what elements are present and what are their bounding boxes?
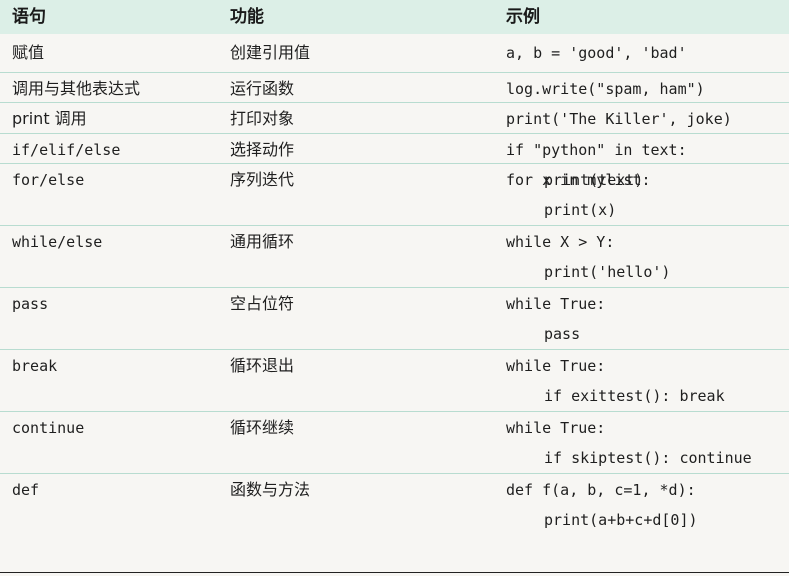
cell-statement: 调用与其他表达式 <box>12 79 141 98</box>
bottom-rule <box>0 572 789 573</box>
table-row: def 函数与方法 def f(a, b, c=1, *d): print(a+b+c… <box>0 473 789 536</box>
cell-statement: pass <box>12 295 49 313</box>
cell-example: while X > Y: <box>506 233 615 251</box>
table-row: 赋值 创建引用值 a, b = 'good', 'bad' <box>0 34 789 72</box>
cell-function: 选择动作 <box>230 140 295 159</box>
cell-example: while True: <box>506 357 606 375</box>
table-row: for/else 序列迭代 for x in mylist: print(x) <box>0 163 789 226</box>
cell-statement: continue <box>12 419 85 437</box>
cell-function: 运行函数 <box>230 79 295 98</box>
cell-statement: print 调用 <box>12 109 87 128</box>
cell-example-continuation: print('hello') <box>544 263 671 281</box>
cell-example: print('The Killer', joke) <box>506 110 732 128</box>
table-row: pass 空占位符 while True: pass <box>0 287 789 350</box>
table-header: 语句 功能 示例 <box>0 0 789 34</box>
cell-statement: while/else <box>12 233 103 251</box>
table-row: print 调用 打印对象 print('The Killer', joke) <box>0 102 789 134</box>
cell-example-continuation: if exittest(): break <box>544 387 725 405</box>
cell-function: 函数与方法 <box>230 480 311 499</box>
table-row: continue 循环继续 while True: if skiptest(): co… <box>0 411 789 474</box>
cell-example: if "python" in text: <box>506 141 687 159</box>
header-statement: 语句 <box>12 7 46 27</box>
cell-function: 通用循环 <box>230 232 295 251</box>
table-row: 调用与其他表达式 运行函数 log.write("spam, ham") <box>0 72 789 103</box>
cell-statement: if/elif/else <box>12 141 121 159</box>
cell-function: 打印对象 <box>230 109 295 128</box>
header-example: 示例 <box>506 7 540 27</box>
cell-statement: for/else <box>12 171 85 189</box>
table-row: break 循环退出 while True: if exittest(): break <box>0 349 789 412</box>
statements-table-page: 语句 功能 示例 赋值 创建引用值 a, b = 'good', 'bad' 调用与其… <box>0 0 789 576</box>
cell-function: 空占位符 <box>230 294 295 313</box>
cell-example: def f(a, b, c=1, *d): <box>506 481 696 499</box>
cell-example-continuation: if skiptest(): continue <box>544 449 752 467</box>
cell-function: 循环退出 <box>230 356 295 375</box>
cell-example: while True: <box>506 295 606 313</box>
cell-example: a, b = 'good', 'bad' <box>506 44 687 62</box>
cell-example: for x in mylist: <box>506 171 651 189</box>
table-row: if/elif/else 选择动作 if "python" in text: prin… <box>0 133 789 189</box>
cell-example-continuation: pass <box>544 325 581 343</box>
cell-function: 序列迭代 <box>230 170 295 189</box>
cell-statement: def <box>12 481 40 499</box>
cell-example-continuation: print(x) <box>544 201 617 219</box>
cell-statement: 赋值 <box>12 43 45 62</box>
table-row: while/else 通用循环 while X > Y: print('hello') <box>0 225 789 288</box>
cell-example-continuation: print(a+b+c+d[0]) <box>544 511 698 529</box>
cell-statement: break <box>12 357 58 375</box>
cell-example: while True: <box>506 419 606 437</box>
cell-example: log.write("spam, ham") <box>506 80 705 98</box>
cell-function: 循环继续 <box>230 418 295 437</box>
header-function: 功能 <box>230 7 264 27</box>
cell-function: 创建引用值 <box>230 43 311 62</box>
